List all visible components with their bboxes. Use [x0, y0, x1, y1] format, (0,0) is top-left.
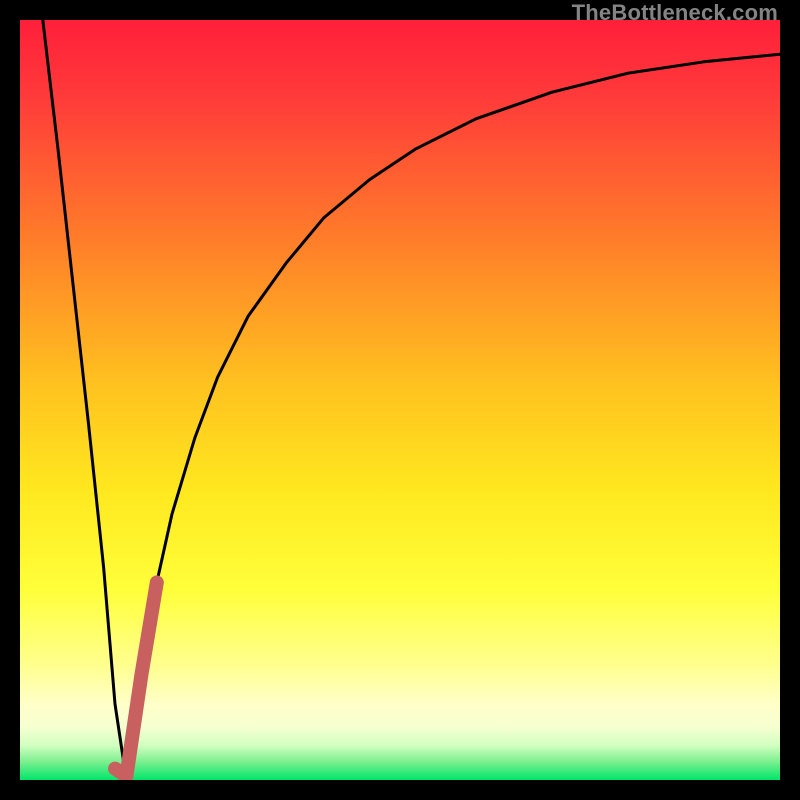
watermark-text: TheBottleneck.com — [572, 0, 778, 26]
chart-frame: TheBottleneck.com — [0, 0, 800, 800]
plot-svg — [20, 20, 780, 780]
gradient-background — [20, 20, 780, 780]
plot-area — [20, 20, 780, 780]
